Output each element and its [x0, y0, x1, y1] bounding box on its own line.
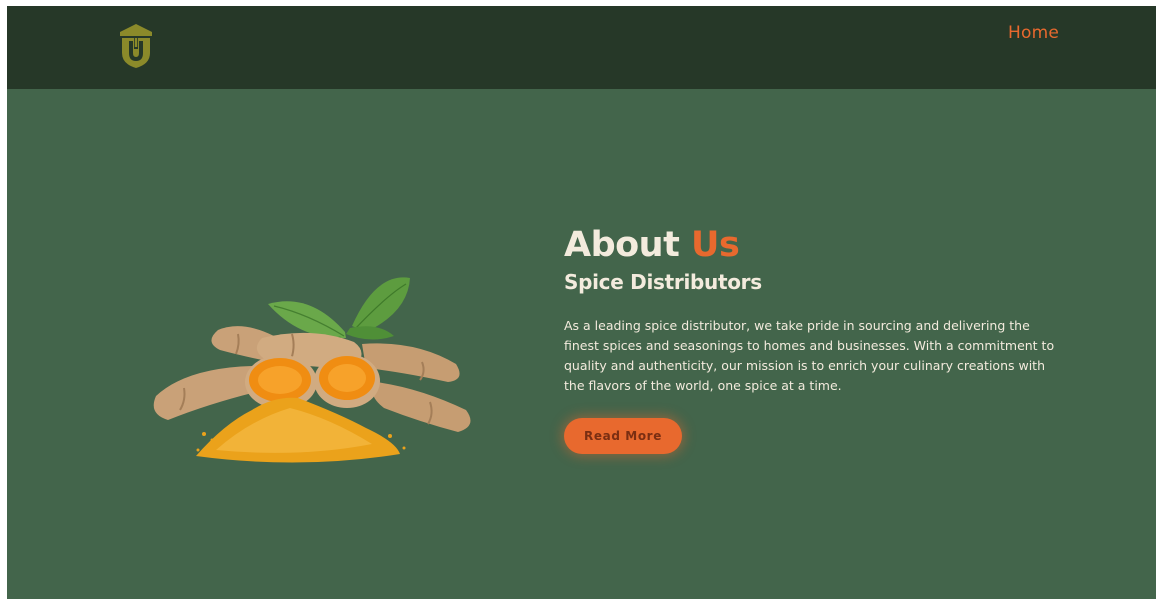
read-more-button[interactable]: Read More: [564, 418, 682, 454]
navbar: Home: [7, 6, 1156, 89]
about-title-accent: Us: [691, 225, 740, 265]
turmeric-image: [153, 277, 471, 463]
about-section: About Us Spice Distributors As a leading…: [564, 224, 1064, 454]
about-title: About Us: [564, 224, 1064, 266]
about-title-main: About: [564, 225, 680, 265]
shield-logo-icon[interactable]: [117, 23, 155, 69]
about-description: As a leading spice distributor, we take …: [564, 318, 1055, 393]
page-frame: Home About Us Spice Distributors As a le…: [7, 6, 1156, 599]
about-subtitle: Spice Distributors: [564, 270, 762, 294]
nav-home-link[interactable]: Home: [1008, 23, 1059, 43]
